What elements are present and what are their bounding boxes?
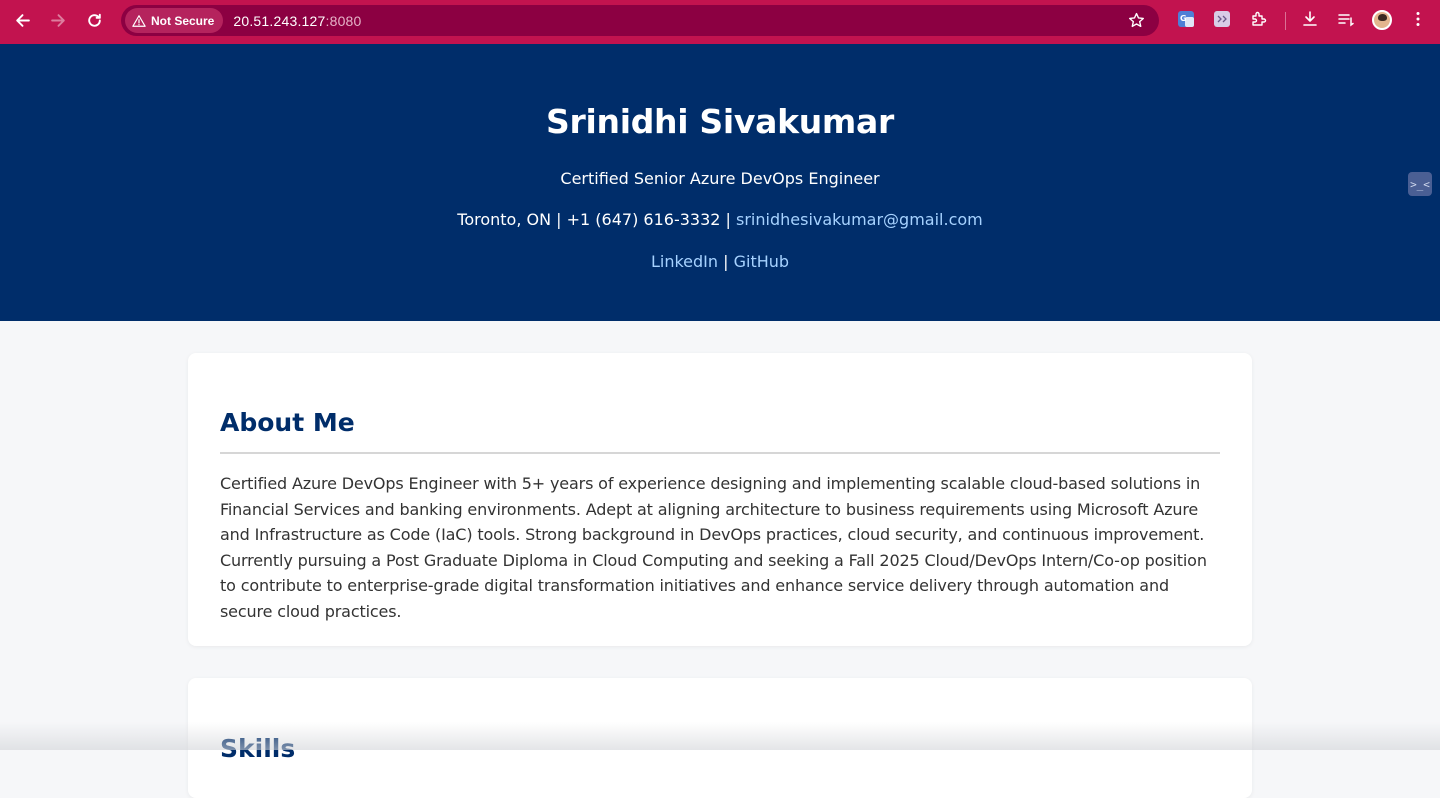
download-icon: [1303, 11, 1317, 26]
skills-heading: Skills: [220, 734, 296, 763]
url-text[interactable]: 20.51.243.127:8080: [233, 13, 361, 29]
browser-menu-button[interactable]: [1408, 9, 1428, 29]
profile-header: Srinidhi Sivakumar Certified Senior Azur…: [0, 44, 1440, 321]
about-section: About Me Certified Azure DevOps Engineer…: [188, 353, 1252, 646]
contact-line: Toronto, ON | +1 (647) 616-3332 | srinid…: [0, 210, 1440, 229]
forward-button[interactable]: [40, 2, 76, 38]
warning-icon: [132, 14, 146, 27]
section-divider: [220, 452, 1220, 454]
about-heading: About Me: [220, 408, 355, 437]
back-icon: [15, 13, 30, 27]
extensions-menu-button[interactable]: [1249, 9, 1269, 29]
social-links: LinkedIn | GitHub: [0, 252, 1440, 271]
avatar[interactable]: [1372, 10, 1392, 30]
url-host: 20.51.243.127: [233, 12, 326, 29]
skills-section: Skills: [188, 678, 1252, 798]
devtools-side-icon[interactable]: >_<: [1408, 172, 1432, 196]
reload-icon: [87, 13, 101, 27]
reading-list-icon: [1338, 14, 1354, 27]
browser-toolbar: Not Secure 20.51.243.127:8080 G: [0, 0, 1440, 44]
security-chip[interactable]: Not Secure: [125, 8, 224, 33]
security-label: Not Secure: [151, 13, 215, 28]
reading-list-button[interactable]: [1336, 9, 1356, 29]
google-translate-button[interactable]: G: [1176, 9, 1196, 29]
address-bar[interactable]: Not Secure 20.51.243.127:8080: [121, 5, 1159, 36]
github-link[interactable]: GitHub: [734, 252, 789, 271]
downloads-button[interactable]: [1300, 9, 1320, 29]
url-port: :8080: [325, 12, 362, 29]
reload-button[interactable]: [76, 2, 112, 38]
toolbar-divider: [1285, 12, 1286, 30]
email-link[interactable]: srinidhesivakumar@gmail.com: [736, 210, 983, 229]
profile-name: Srinidhi Sivakumar: [546, 102, 894, 141]
star-icon[interactable]: [1128, 12, 1145, 29]
extension-icon: [1214, 11, 1230, 27]
puzzle-icon: [1252, 11, 1267, 26]
google-translate-icon: G: [1178, 11, 1194, 27]
location-phone: Toronto, ON | +1 (647) 616-3332 |: [457, 210, 731, 229]
svg-text:G: G: [1180, 14, 1187, 23]
kebab-menu-icon: [1416, 12, 1420, 26]
links-separator: |: [723, 252, 729, 271]
back-button[interactable]: [4, 2, 40, 38]
profile-title: Certified Senior Azure DevOps Engineer: [560, 169, 880, 188]
linkedin-link[interactable]: LinkedIn: [651, 252, 718, 271]
extension-button[interactable]: [1212, 9, 1232, 29]
about-text: Certified Azure DevOps Engineer with 5+ …: [220, 474, 1207, 621]
forward-icon: [50, 13, 65, 27]
